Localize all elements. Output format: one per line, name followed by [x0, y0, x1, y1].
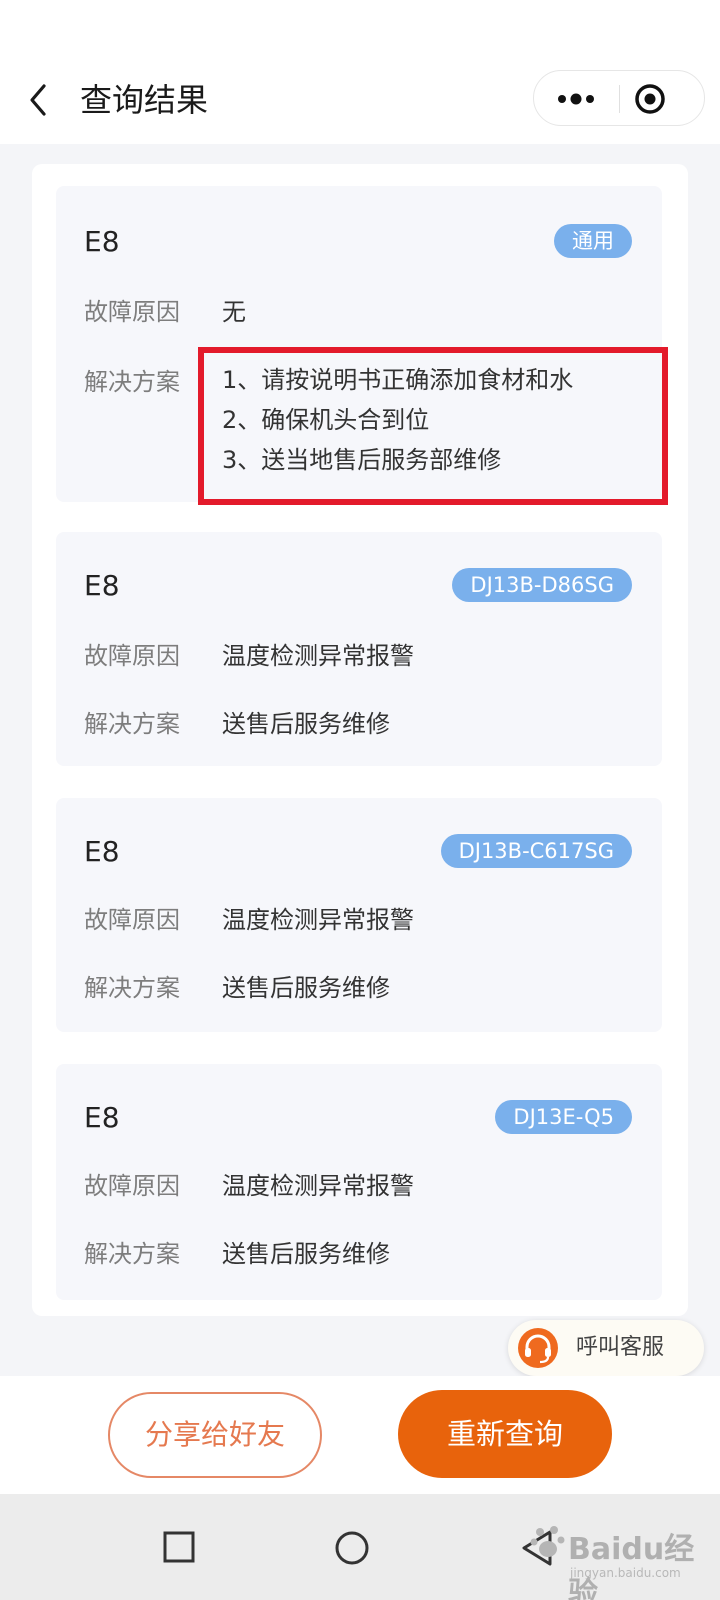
- model-tag: DJ13B-C617SG: [440, 834, 632, 868]
- solution-label: 解决方案: [84, 1240, 180, 1268]
- share-button[interactable]: 分享给好友: [108, 1392, 322, 1478]
- baidu-watermark: Baidu经验 jingyan.baidu.com: [528, 1518, 714, 1600]
- nav-bar: 查询结果: [0, 56, 720, 144]
- solution-value: 送售后服务维修: [222, 1240, 390, 1268]
- watermark-url: jingyan.baidu.com: [570, 1566, 681, 1580]
- solution-label: 解决方案: [84, 368, 180, 396]
- capsule-divider: [619, 85, 620, 113]
- cause-label: 故障原因: [84, 298, 180, 326]
- error-code: E8: [84, 835, 120, 868]
- home-icon[interactable]: [324, 1520, 380, 1576]
- recent-apps-icon[interactable]: [152, 1520, 208, 1576]
- model-tag: 通用: [554, 224, 632, 258]
- status-bar: [0, 0, 720, 56]
- page-title: 查询结果: [80, 81, 209, 119]
- cause-value: 温度检测异常报警: [222, 642, 414, 670]
- solution-label: 解决方案: [84, 710, 180, 738]
- error-code: E8: [84, 1101, 120, 1134]
- error-code: E8: [84, 225, 120, 258]
- back-arrow-icon[interactable]: [22, 78, 62, 122]
- cause-value: 无: [222, 298, 246, 326]
- cause-value: 温度检测异常报警: [222, 906, 414, 934]
- more-dots-icon[interactable]: [544, 71, 608, 127]
- requery-button[interactable]: 重新查询: [398, 1390, 612, 1478]
- close-target-icon[interactable]: [630, 71, 700, 127]
- cause-label: 故障原因: [84, 1172, 180, 1200]
- solution-value: 送售后服务维修: [222, 974, 390, 1002]
- cause-label: 故障原因: [84, 906, 180, 934]
- model-tag: DJ13E-Q5: [495, 1100, 632, 1134]
- result-card: E8 DJ13B-D86SG 故障原因 温度检测异常报警 解决方案 送售后服务维…: [56, 532, 662, 766]
- headset-icon: [514, 1324, 562, 1372]
- customer-service-label: 呼叫客服: [576, 1335, 665, 1360]
- paw-logo-icon: [528, 1522, 568, 1562]
- highlight-box: [198, 347, 668, 505]
- cause-value: 温度检测异常报警: [222, 1172, 414, 1200]
- cause-label: 故障原因: [84, 642, 180, 670]
- bottom-action-bar: 分享给好友 重新查询: [0, 1376, 720, 1494]
- solution-value: 送售后服务维修: [222, 710, 390, 738]
- error-code: E8: [84, 569, 120, 602]
- result-card: E8 DJ13B-C617SG 故障原因 温度检测异常报警 解决方案 送售后服务…: [56, 798, 662, 1032]
- watermark-text: Baidu经验: [568, 1532, 695, 1600]
- result-card: E8 DJ13E-Q5 故障原因 温度检测异常报警 解决方案 送售后服务维修: [56, 1064, 662, 1300]
- customer-service-button[interactable]: 呼叫客服: [508, 1320, 704, 1376]
- mini-program-capsule: [533, 70, 705, 126]
- model-tag: DJ13B-D86SG: [452, 568, 632, 602]
- solution-label: 解决方案: [84, 974, 180, 1002]
